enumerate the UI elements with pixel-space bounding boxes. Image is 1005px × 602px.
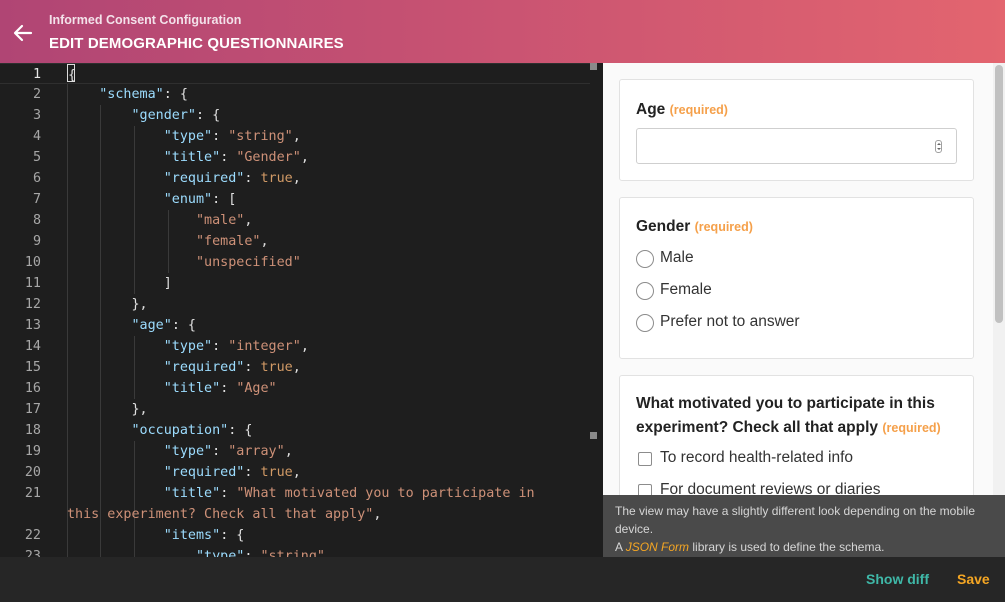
footer-bar: Show diff Save xyxy=(0,557,1005,602)
json-form-link[interactable]: JSON Form xyxy=(626,540,689,554)
editor-scroll-marker xyxy=(590,63,597,70)
preview-notice: The view may have a slightly different l… xyxy=(603,495,1005,557)
code-line: 2 "schema": { xyxy=(32,87,188,102)
checkbox[interactable] xyxy=(638,452,652,466)
header-subtitle: Informed Consent Configuration xyxy=(49,13,242,27)
form-preview-panel: Age (required) Gender (required) Male Fe… xyxy=(603,63,1005,557)
radio-button[interactable] xyxy=(636,250,654,268)
code-line: 14 "type": "integer", xyxy=(24,339,309,354)
code-line-wrapped: this experiment? Check all that apply", xyxy=(67,507,382,522)
code-line: 7 "enum": [ xyxy=(32,192,237,207)
code-line: 8 "male", xyxy=(32,213,253,228)
code-line: 21 "title": "What motivated you to parti… xyxy=(24,486,535,501)
code-line: 9 "female", xyxy=(32,234,269,249)
code-line: 5 "title": "Gender", xyxy=(32,150,309,165)
code-line: 1 { xyxy=(0,63,590,84)
required-tag: (required) xyxy=(669,103,728,117)
code-line: 12 }, xyxy=(24,297,148,312)
code-line: 23 "type": "string" xyxy=(24,549,325,557)
motivation-label: What motivated you to participate in thi… xyxy=(636,395,941,436)
preview-scrollbar-thumb[interactable] xyxy=(995,65,1003,323)
code-line: 4 "type": "string", xyxy=(32,129,301,144)
age-question-card: Age (required) xyxy=(619,79,974,181)
code-line: 19 "type": "array", xyxy=(24,444,293,459)
required-tag: (required) xyxy=(694,220,753,234)
notice-device-text: The view may have a slightly different l… xyxy=(615,504,975,536)
gender-label: Gender (required) xyxy=(636,218,753,235)
code-line: 20 "required": true, xyxy=(24,465,301,480)
code-line: 13 "age": { xyxy=(24,318,196,333)
required-tag: (required) xyxy=(882,421,941,435)
code-line: 18 "occupation": { xyxy=(24,423,253,438)
number-spinner-icon[interactable] xyxy=(935,140,942,153)
code-line: 15 "required": true, xyxy=(24,360,301,375)
code-line: 17 }, xyxy=(24,402,148,417)
age-number-input[interactable] xyxy=(636,128,957,164)
save-button[interactable]: Save xyxy=(957,571,990,587)
code-line: 3 "gender": { xyxy=(32,108,221,123)
code-line: 11 ] xyxy=(24,276,172,291)
radio-button[interactable] xyxy=(636,282,654,300)
code-line: 22 "items": { xyxy=(24,528,245,543)
code-line: 6 "required": true, xyxy=(32,171,301,186)
editor-scroll-marker xyxy=(590,432,597,439)
show-diff-button[interactable]: Show diff xyxy=(866,571,929,587)
gender-question-card: Gender (required) Male Female Prefer not… xyxy=(619,197,974,359)
radio-button[interactable] xyxy=(636,314,654,332)
code-line: 10 "unspecified" xyxy=(24,255,301,270)
app-header: Informed Consent Configuration EDIT DEMO… xyxy=(0,0,1005,63)
editor-scrollbar[interactable] xyxy=(590,63,603,557)
json-code-editor[interactable]: 1 { 2 "schema": { 3 "gender": { 4 "type"… xyxy=(0,63,603,557)
notice-library-text: A JSON Form library is used to define th… xyxy=(615,540,885,554)
age-label: Age (required) xyxy=(636,101,728,118)
code-line: 16 "title": "Age" xyxy=(24,381,277,396)
back-arrow-icon[interactable] xyxy=(10,20,36,46)
page-title: EDIT DEMOGRAPHIC QUESTIONNAIRES xyxy=(49,35,344,52)
